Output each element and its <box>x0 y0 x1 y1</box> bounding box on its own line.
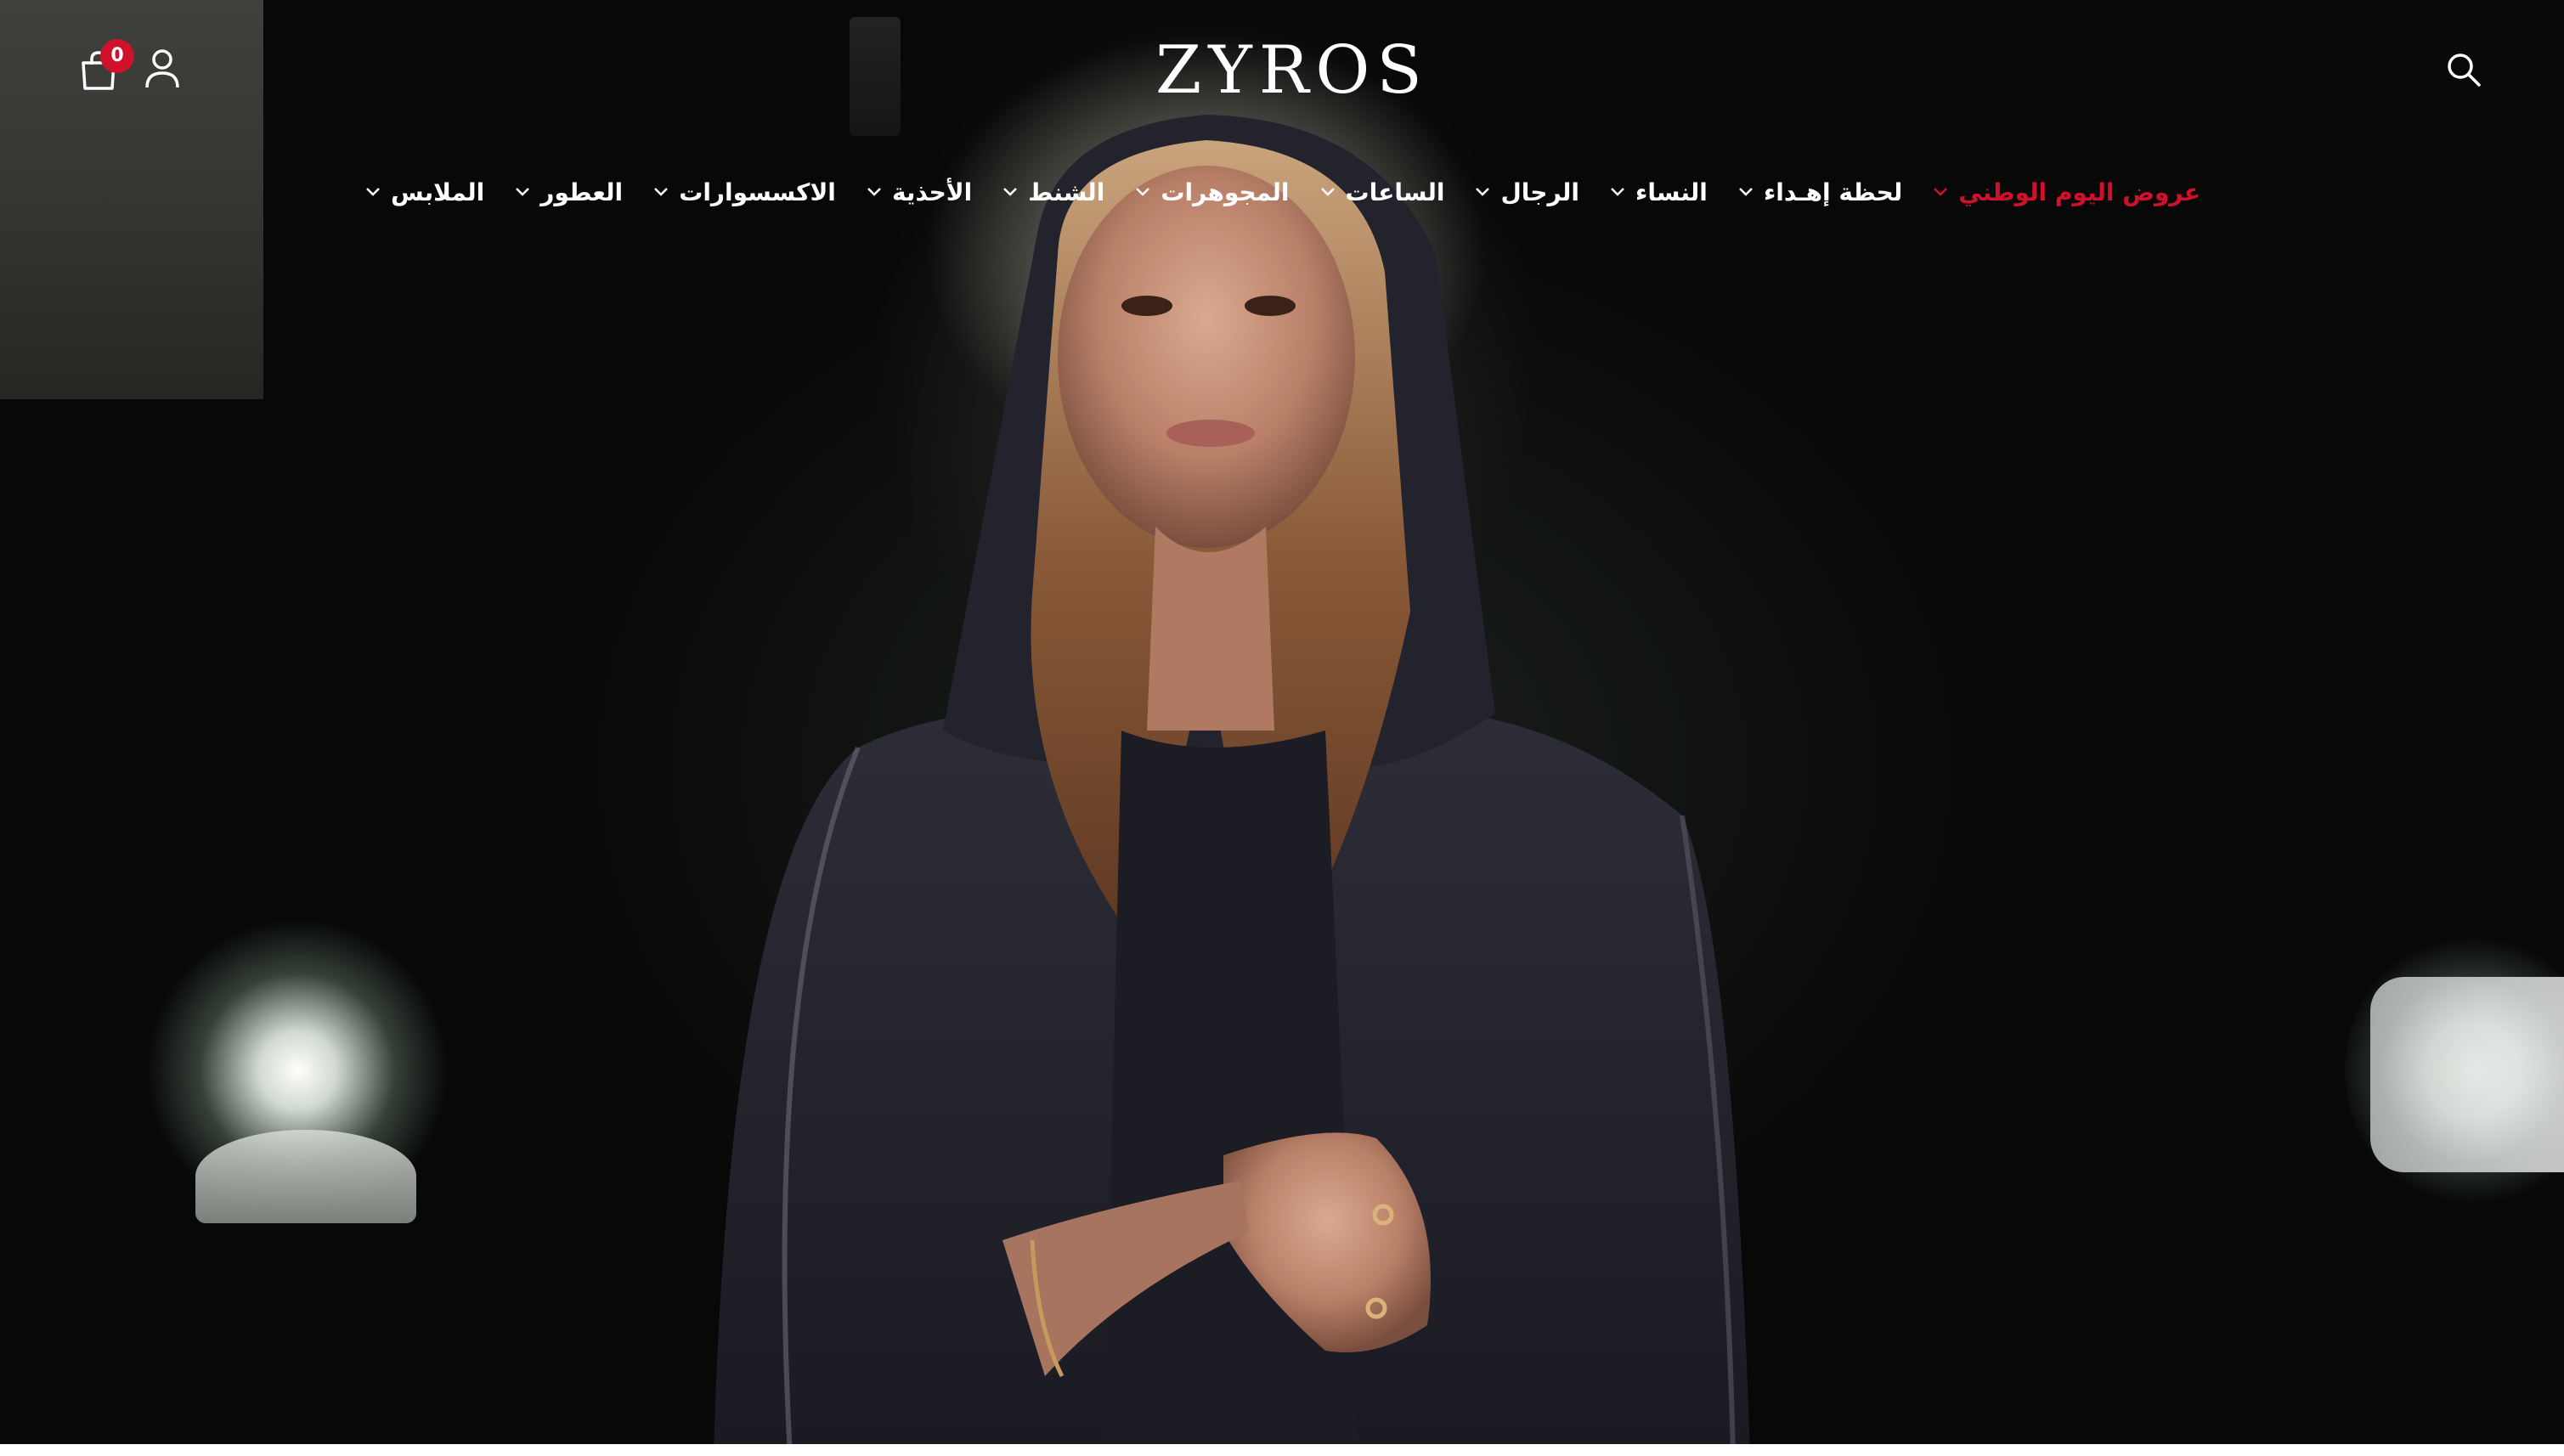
nav-item-label: النساء <box>1635 178 1708 206</box>
chevron-down-icon <box>1320 188 1335 196</box>
nav-item-jewelry[interactable]: المجوهرات <box>1135 178 1290 206</box>
nav-item-label: لحظة إهـداء <box>1763 178 1903 206</box>
nav-item-label: الأحذية <box>891 178 973 206</box>
chevron-down-icon <box>1739 188 1753 196</box>
nav-item-gifting-moment[interactable]: لحظة إهـداء <box>1738 178 1902 206</box>
nav-item-label: المجوهرات <box>1161 178 1290 206</box>
nav-item-label: الرجال <box>1500 178 1580 206</box>
nav-item-clothing[interactable]: الملابس <box>365 178 484 206</box>
nav-item-watches[interactable]: الساعات <box>1320 178 1445 206</box>
chevron-down-icon <box>867 188 881 196</box>
chevron-down-icon <box>654 188 669 196</box>
brand-logo[interactable]: ZYROS <box>1155 32 1422 109</box>
nav-item-label: الشنط <box>1028 178 1105 206</box>
nav-item-label: الساعات <box>1345 178 1445 206</box>
search-icon[interactable] <box>2445 51 2482 88</box>
chevron-down-icon <box>1934 188 1948 196</box>
chevron-down-icon <box>1136 188 1150 196</box>
nav-item-label: العطور <box>540 178 624 206</box>
hero-image <box>714 34 1750 1456</box>
nav-item-label: الاكسسوارات <box>679 178 836 206</box>
main-navigation: عروض اليوم الوطني لحظة إهـداء النساء الر… <box>365 166 2200 217</box>
nav-item-accessories[interactable]: الاكسسوارات <box>653 178 836 206</box>
chevron-down-icon <box>1476 188 1490 196</box>
bottom-strip <box>0 1444 2564 1456</box>
nav-item-label: الملابس <box>391 178 485 206</box>
chevron-down-icon <box>1611 188 1624 196</box>
chevron-down-icon <box>366 188 380 196</box>
nav-item-shoes[interactable]: الأحذية <box>867 178 972 206</box>
nav-item-men[interactable]: الرجال <box>1475 178 1579 206</box>
site-header: ZYROS 0 عروض اليوم الوطني لحظة إهـداء ال… <box>0 0 2564 206</box>
cart-count-badge: 0 <box>100 39 134 73</box>
nav-item-national-day-offers[interactable]: عروض اليوم الوطني <box>1933 178 2200 206</box>
nav-item-women[interactable]: النساء <box>1610 178 1708 206</box>
page: ZYROS 0 عروض اليوم الوطني لحظة إهـداء ال… <box>0 0 2564 1456</box>
chevron-down-icon <box>1003 188 1018 196</box>
nav-item-bags[interactable]: الشنط <box>1002 178 1104 206</box>
nav-item-perfumes[interactable]: العطور <box>515 178 623 206</box>
nav-item-label: عروض اليوم الوطني <box>1958 178 2200 206</box>
chevron-down-icon <box>516 188 530 196</box>
user-icon[interactable] <box>144 48 180 90</box>
